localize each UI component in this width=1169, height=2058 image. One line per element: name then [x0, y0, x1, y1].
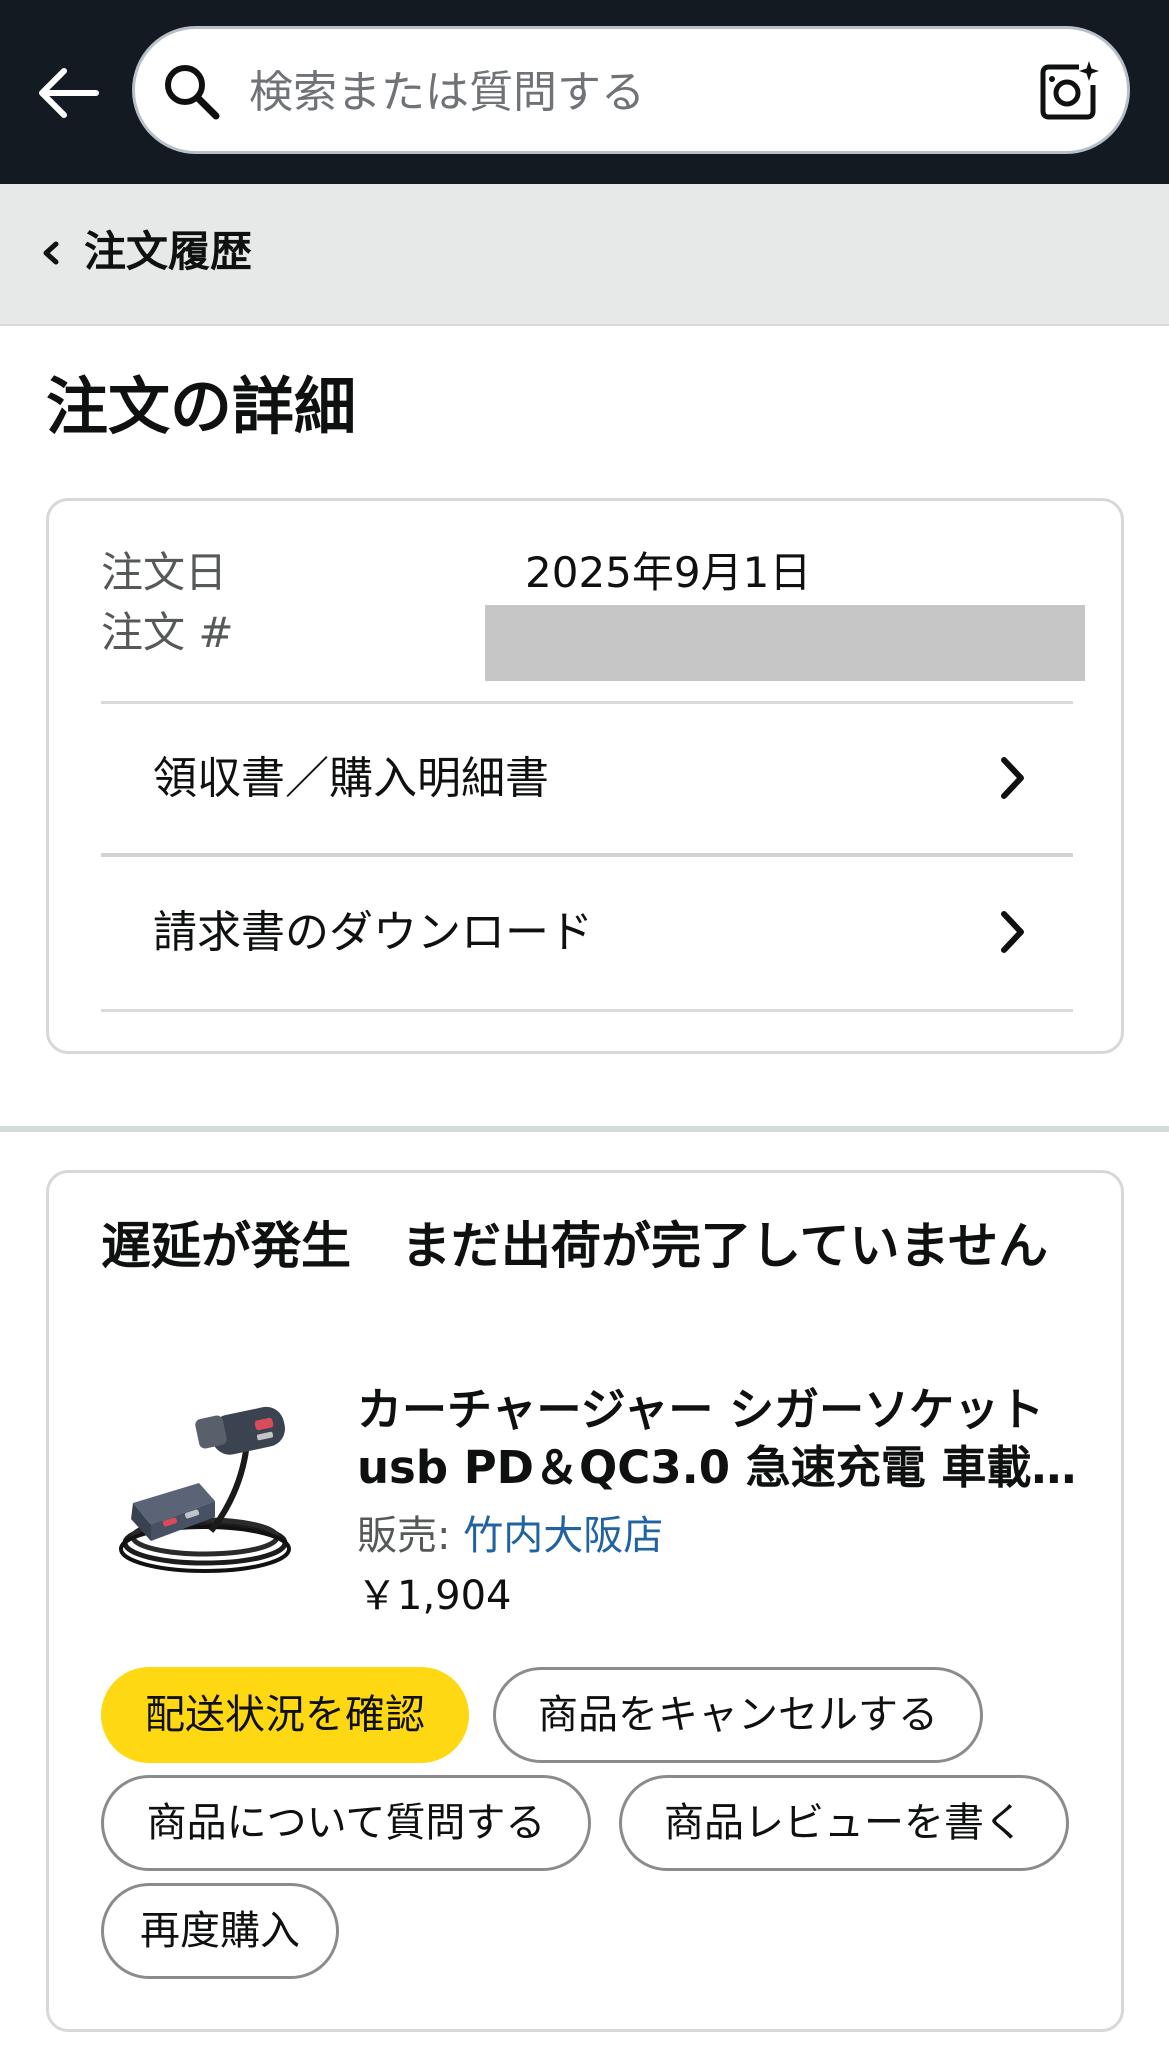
- product-price: ￥1,904: [357, 1573, 512, 1619]
- order-date-label: 注文日: [101, 548, 228, 597]
- order-info-card: 注文日 2025年9月1日 注文 # 領収書／購入明細書 請求書のダウンロード: [46, 498, 1124, 1054]
- chevron-right-icon: [1001, 757, 1024, 799]
- ask-product-question-button[interactable]: 商品について質問する: [101, 1775, 591, 1871]
- track-package-button[interactable]: 配送状況を確認: [101, 1667, 469, 1763]
- back-arrow-icon[interactable]: [32, 58, 102, 128]
- breadcrumb[interactable]: 注文履歴: [0, 184, 1169, 326]
- buy-again-button[interactable]: 再度購入: [101, 1883, 339, 1979]
- search-input[interactable]: [247, 49, 1011, 135]
- order-number-label: 注文 #: [101, 608, 234, 657]
- product-title-line1: カーチャージャー シガーソケット: [357, 1383, 1045, 1436]
- write-review-button[interactable]: 商品レビューを書く: [619, 1775, 1069, 1871]
- top-navigation-bar: [0, 0, 1169, 184]
- product-title-line2: usb PD＆QC3.0 急速充電 車載…: [357, 1441, 1077, 1494]
- seller-info: 販売: 竹内大阪店: [357, 1507, 663, 1565]
- invoice-download-link[interactable]: 請求書のダウンロード: [101, 857, 1073, 1007]
- page-title: 注文の詳細: [46, 370, 357, 443]
- receipt-link-label: 領収書／購入明細書: [153, 753, 549, 804]
- cancel-item-button[interactable]: 商品をキャンセルする: [493, 1667, 983, 1763]
- section-divider: [0, 1126, 1169, 1132]
- seller-prefix: 販売:: [357, 1513, 464, 1559]
- seller-link[interactable]: 竹内大阪店: [463, 1513, 663, 1559]
- chevron-left-icon: [43, 241, 59, 265]
- product-image[interactable]: [107, 1391, 297, 1581]
- search-bar[interactable]: [132, 26, 1130, 154]
- breadcrumb-label: 注文履歴: [84, 227, 253, 276]
- divider: [101, 1009, 1073, 1012]
- product-title[interactable]: カーチャージャー シガーソケット usb PD＆QC3.0 急速充電 車載…: [357, 1381, 1077, 1497]
- search-icon: [165, 65, 220, 120]
- order-number-redacted: [485, 605, 1085, 681]
- order-date-value: 2025年9月1日: [525, 548, 812, 597]
- camera-lens-icon[interactable]: [1037, 59, 1101, 123]
- shipment-card: 遅延が発生 まだ出荷が完了していません カーチャージャー シガーソケット usb…: [46, 1170, 1124, 2032]
- chevron-right-icon: [1001, 911, 1024, 953]
- receipt-link[interactable]: 領収書／購入明細書: [101, 703, 1073, 853]
- shipment-status-heading: 遅延が発生 まだ出荷が完了していません: [101, 1217, 1048, 1275]
- invoice-download-label: 請求書のダウンロード: [153, 907, 593, 958]
